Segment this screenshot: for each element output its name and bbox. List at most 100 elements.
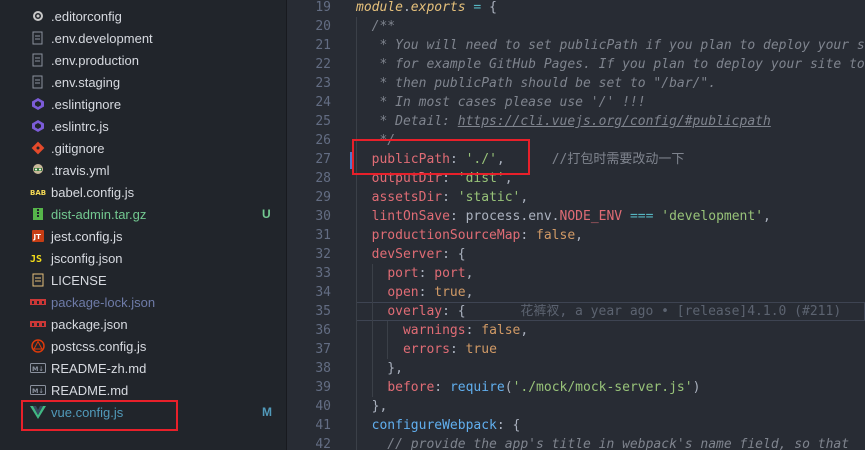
- code-line: 25 * Detail: https://cli.vuejs.org/confi…: [287, 112, 865, 131]
- code-text: productionSourceMap: false,: [356, 226, 583, 245]
- file-name: dist-admin.tar.gz: [51, 206, 147, 222]
- file-item[interactable]: JT jest.config.js: [0, 225, 287, 247]
- file-name: .eslintignore: [51, 96, 122, 112]
- code-text: open: true,: [356, 283, 473, 302]
- code-token: port: [434, 266, 466, 281]
- code-line: 23 * then publicPath should be set to "/…: [287, 74, 865, 93]
- line-number: 38: [315, 361, 331, 376]
- code-token: // provide the app's title in webpack's …: [356, 437, 850, 450]
- file-name: .gitignore: [51, 140, 105, 156]
- file-item[interactable]: BABEL babel.config.js: [0, 181, 287, 203]
- travis-icon: [30, 162, 46, 178]
- code-line: 26 */: [287, 131, 865, 150]
- code-text: configureWebpack: {: [356, 416, 521, 435]
- eslint-icon: [30, 96, 46, 112]
- markdown-icon: M↓: [30, 382, 46, 398]
- code-line: 37 errors: true: [287, 340, 865, 359]
- file-item[interactable]: .eslintrc.js: [0, 115, 287, 137]
- line-number: 41: [315, 418, 331, 433]
- line-number: 39: [315, 380, 331, 395]
- svg-text:M↓: M↓: [32, 387, 44, 395]
- code-token: open: [387, 285, 419, 300]
- file-name: postcss.config.js: [51, 338, 147, 354]
- code-token: ,: [763, 209, 771, 224]
- file-item[interactable]: .env.production: [0, 49, 287, 71]
- line-number: 29: [315, 190, 331, 205]
- code-token: devServer: [371, 247, 443, 262]
- code-text: warnings: false,: [356, 321, 528, 340]
- git-status-badge: M: [262, 405, 272, 419]
- code-line: 19 module.exports = {: [287, 0, 865, 17]
- code-line: 32 devServer: {: [287, 245, 865, 264]
- code-token: * for example GitHub Pages. If you plan …: [356, 57, 865, 72]
- file-item[interactable]: JS jsconfig.json: [0, 247, 287, 269]
- code-token: false: [481, 323, 521, 338]
- code-token: },: [356, 361, 403, 376]
- code-text: port: port,: [356, 264, 473, 283]
- line-number: 21: [315, 38, 331, 53]
- code-text: module.exports = {: [356, 0, 497, 17]
- git-blame-annotation: 花裤衩, a year ago • [release]4.1.0 (#211): [465, 304, 842, 319]
- file-item[interactable]: .travis.yml: [0, 159, 287, 181]
- gear-icon: [30, 8, 46, 24]
- code-token: * You will need to set publicPath if you…: [356, 38, 865, 53]
- line-number: 35: [315, 304, 331, 319]
- svg-text:JT: JT: [33, 233, 42, 241]
- file-item[interactable]: dist-admin.tar.gz U: [0, 203, 287, 225]
- npm-icon: [30, 316, 46, 332]
- git-icon: [30, 140, 46, 156]
- code-token: .: [402, 0, 411, 15]
- code-token: :: [434, 380, 450, 395]
- code-token: : {: [442, 304, 466, 319]
- code-line: 30 lintOnSave: process.env.NODE_ENV === …: [287, 207, 865, 226]
- file-item[interactable]: .eslintignore: [0, 93, 287, 115]
- code-editor[interactable]: 19 module.exports = {20 /** 21 * You will …: [287, 0, 865, 450]
- code-token: : {: [442, 247, 466, 262]
- file-name: .env.staging: [51, 74, 121, 90]
- code-line: 22 * for example GitHub Pages. If you pl…: [287, 55, 865, 74]
- svg-text:JS: JS: [30, 254, 42, 264]
- file-item[interactable]: .env.staging: [0, 71, 287, 93]
- file-item[interactable]: .editorconfig: [0, 5, 287, 27]
- json-icon: JS: [30, 250, 46, 266]
- file-item[interactable]: .env.development: [0, 27, 287, 49]
- file-item[interactable]: LICENSE: [0, 269, 287, 291]
- code-token: ,: [520, 190, 529, 205]
- code-token: outputDir: [371, 171, 443, 186]
- file-name: jest.config.js: [51, 228, 123, 244]
- code-token: :: [442, 190, 458, 205]
- code-token: ,: [465, 285, 474, 300]
- file-item[interactable]: package-lock.json: [0, 291, 287, 313]
- line-number: 26: [315, 133, 331, 148]
- code-token: true: [465, 342, 497, 357]
- file-item[interactable]: M↓ README-zh.md: [0, 357, 287, 379]
- file-item[interactable]: postcss.config.js: [0, 335, 287, 357]
- file-item[interactable]: .gitignore: [0, 137, 287, 159]
- code-token: port: [387, 266, 419, 281]
- code-line: 24 * In most cases please use '/' !!!: [287, 93, 865, 112]
- code-line: 27 publicPath: './', //打包时需要改动一下: [287, 150, 865, 169]
- code-token: NODE_ENV: [559, 209, 623, 224]
- code-text: // provide the app's title in webpack's …: [356, 435, 849, 450]
- line-number: 22: [315, 57, 331, 72]
- code-token: ,: [465, 266, 474, 281]
- line-number: 42: [315, 437, 331, 450]
- file-item[interactable]: vue.config.js M: [0, 401, 287, 423]
- code-token: before: [387, 380, 435, 395]
- license-icon: [30, 272, 46, 288]
- code-token: (: [504, 380, 513, 395]
- code-token: assetsDir: [371, 190, 443, 205]
- code-token: :: [418, 285, 435, 300]
- code-token: configureWebpack: [371, 418, 497, 433]
- file-name: vue.config.js: [51, 404, 124, 420]
- file-item[interactable]: M↓ README.md: [0, 379, 287, 401]
- code-token: ,: [496, 152, 552, 167]
- svg-text:BABEL: BABEL: [30, 189, 46, 197]
- code-text: assetsDir: 'static',: [356, 188, 529, 207]
- file-item[interactable]: package.json: [0, 313, 287, 335]
